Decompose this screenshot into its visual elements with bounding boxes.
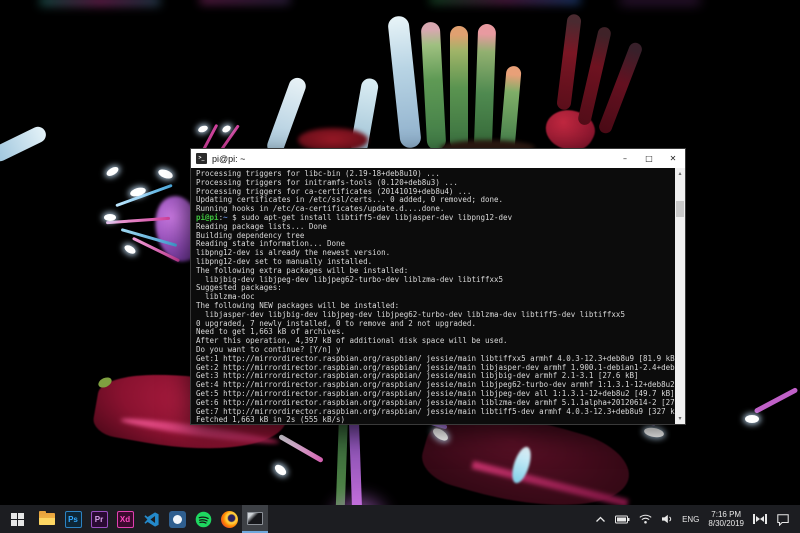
maximize-button[interactable]: □ (637, 149, 661, 168)
desktop: >_ pi@pi: ~ – □ ✕ Processing triggers fo… (0, 0, 800, 533)
prompt-user: pi@pi (196, 213, 219, 222)
chat-app-icon (169, 511, 186, 528)
stamen-tip (643, 426, 664, 438)
vscode-icon (143, 511, 160, 528)
folder-icon (39, 513, 55, 525)
start-button[interactable] (0, 505, 34, 533)
flower-shape (97, 375, 113, 389)
clock[interactable]: 7:16 PM 8/30/2019 (708, 510, 744, 528)
stamen-tip (129, 186, 147, 198)
close-button[interactable]: ✕ (661, 149, 685, 168)
flower-stamen (132, 237, 180, 262)
prompt-command: sudo apt-get install libtiff5-dev libjas… (241, 213, 512, 222)
terminal-titlebar[interactable]: >_ pi@pi: ~ – □ ✕ (191, 149, 685, 168)
flower-bud (387, 15, 422, 148)
flower-shape (508, 445, 534, 486)
flower-stamen (121, 228, 178, 247)
stamen-tip (104, 214, 116, 221)
taskbar-file-explorer[interactable] (34, 505, 60, 533)
stamen-tip (123, 243, 137, 255)
flower-stamen (115, 184, 172, 207)
action-center-icon[interactable] (776, 513, 790, 526)
flower-petal (471, 461, 628, 507)
volume-icon[interactable] (661, 514, 673, 524)
stamen-tip (273, 463, 288, 477)
terminal-window-icon (247, 512, 263, 525)
flower-bud (474, 24, 496, 151)
stamen-tip (431, 426, 450, 443)
flower-shape (40, 0, 160, 6)
stamen-tip (157, 168, 174, 181)
taskbar-photoshop[interactable]: Ps (60, 505, 86, 533)
stamen-tip (745, 415, 759, 423)
stamen-tip (221, 124, 232, 134)
spotify-icon (195, 511, 212, 528)
flower-bud (556, 14, 582, 111)
flower-shape (620, 0, 700, 4)
flower-bud (350, 77, 380, 155)
flower-shape (430, 0, 580, 4)
flower-stamen (278, 434, 324, 463)
premiere-icon: Pr (91, 511, 108, 528)
clock-time: 7:16 PM (708, 510, 744, 519)
touch-keyboard-icon[interactable] (753, 514, 767, 524)
terminal-output-after: Reading package lists... Done Building d… (196, 223, 675, 424)
taskbar-vscode[interactable] (138, 505, 164, 533)
clock-date: 8/30/2019 (708, 519, 744, 528)
scrollbar-thumb[interactable] (676, 201, 684, 217)
terminal-output-before: Processing triggers for libc-bin (2.19-1… (196, 170, 675, 214)
terminal-window: >_ pi@pi: ~ – □ ✕ Processing triggers fo… (190, 148, 686, 425)
taskbar-adobe-xd[interactable]: Xd (112, 505, 138, 533)
stamen-tip (197, 124, 208, 133)
scrollbar[interactable]: ▴ ▾ (675, 168, 685, 424)
flower-bud (265, 76, 308, 157)
battery-icon[interactable] (615, 515, 630, 524)
taskbar: Ps Pr Xd (0, 505, 800, 533)
wifi-icon[interactable] (639, 514, 652, 524)
taskbar-chat-app[interactable] (164, 505, 190, 533)
flower-bud (577, 26, 612, 126)
terminal-output[interactable]: Processing triggers for libc-bin (2.19-1… (191, 168, 675, 424)
flower-stamen (754, 387, 799, 414)
taskbar-premiere[interactable]: Pr (86, 505, 112, 533)
flower-bud (421, 22, 447, 151)
flower-stamen (220, 124, 240, 150)
flower-bud (0, 124, 49, 164)
stamen-tip (105, 165, 120, 178)
photoshop-icon: Ps (65, 511, 82, 528)
firefox-icon (221, 511, 238, 528)
taskbar-terminal-active[interactable] (242, 505, 268, 533)
flower-bud (499, 66, 521, 153)
system-tray: ENG 7:16 PM 8/30/2019 (595, 505, 800, 533)
windows-logo-icon (11, 513, 24, 526)
flower-bud (450, 26, 468, 150)
flower-shape (200, 0, 290, 4)
language-indicator[interactable]: ENG (682, 515, 699, 524)
taskbar-firefox[interactable] (216, 505, 242, 533)
scroll-up-icon[interactable]: ▴ (675, 168, 685, 179)
scroll-down-icon[interactable]: ▾ (675, 413, 685, 424)
flower-stamen (106, 217, 170, 224)
minimize-button[interactable]: – (613, 149, 637, 168)
xd-icon: Xd (117, 511, 134, 528)
terminal-title: pi@pi: ~ (212, 154, 613, 164)
taskbar-spotify[interactable] (190, 505, 216, 533)
terminal-icon: >_ (196, 153, 207, 164)
flower-bud (597, 41, 644, 135)
hidden-icons-chevron[interactable] (595, 516, 606, 523)
prompt-symbol: $ (228, 213, 242, 222)
